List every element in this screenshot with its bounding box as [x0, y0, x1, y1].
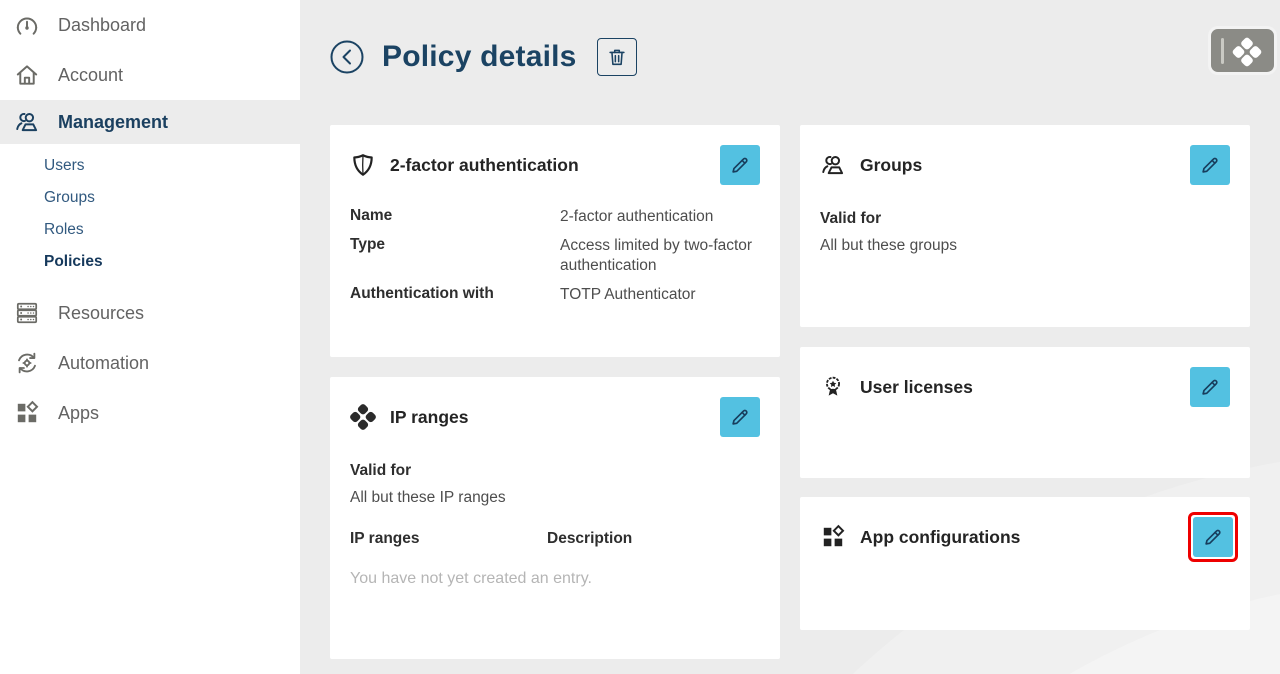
ip-ranges-card: IP ranges Valid for All but these IP ran…: [330, 377, 780, 659]
card-title: Groups: [860, 155, 922, 176]
card-title: IP ranges: [390, 407, 468, 428]
apps-icon: [820, 524, 846, 550]
sidebar-item-label: Account: [58, 65, 123, 86]
shield-icon: [350, 152, 376, 178]
sidebar-item-policies[interactable]: Policies: [0, 246, 300, 278]
feedback-widget-button[interactable]: [1211, 29, 1274, 72]
pencil-icon: [1199, 376, 1221, 398]
people-icon: [820, 152, 846, 178]
groups-card: Groups Valid for All but these groups: [800, 125, 1250, 327]
page-title: Policy details: [382, 40, 577, 74]
field-value: TOTP Authenticator: [560, 285, 760, 305]
pencil-icon: [729, 406, 751, 428]
two-factor-authentication-card: 2-factor authentication Name 2-factor au…: [330, 125, 780, 357]
gauge-icon: [14, 12, 40, 38]
app-configurations-card: App configurations: [800, 497, 1250, 630]
groups-edit-button[interactable]: [1190, 145, 1230, 185]
sidebar-item-account[interactable]: Account: [0, 50, 300, 100]
sidebar-item-label: Dashboard: [58, 15, 146, 36]
sidebar-item-groups[interactable]: Groups: [0, 182, 300, 214]
field-value: 2-factor authentication: [560, 207, 760, 227]
app-configurations-edit-button[interactable]: [1193, 517, 1233, 557]
field-label: Type: [350, 236, 560, 276]
field-label: Name: [350, 207, 560, 227]
sidebar-item-resources[interactable]: Resources: [0, 288, 300, 338]
back-button[interactable]: [330, 40, 364, 74]
automation-icon: [14, 350, 40, 376]
valid-for-label: Valid for: [350, 462, 760, 480]
valid-for-value: All but these IP ranges: [350, 489, 760, 507]
delete-policy-button[interactable]: [597, 38, 637, 76]
two-factor-edit-button[interactable]: [720, 145, 760, 185]
sidebar-item-apps[interactable]: Apps: [0, 388, 300, 438]
sidebar-item-automation[interactable]: Automation: [0, 338, 300, 388]
empty-state-text: You have not yet created an entry.: [350, 570, 760, 588]
card-title: 2-factor authentication: [390, 155, 579, 176]
sidebar-item-users[interactable]: Users: [0, 150, 300, 182]
server-icon: [14, 300, 40, 326]
chevron-left-circle-icon: [330, 40, 364, 74]
pencil-icon: [1202, 526, 1224, 548]
red-highlight-annotation: [1188, 512, 1238, 562]
apps-icon: [14, 400, 40, 426]
user-licenses-card: User licenses: [800, 347, 1250, 478]
management-submenu: Users Groups Roles Policies: [0, 144, 300, 288]
page-header: Policy details: [330, 38, 637, 76]
main-content: Policy details 2-factor authentication: [300, 0, 1280, 674]
sidebar-item-label: Automation: [58, 353, 149, 374]
card-title: App configurations: [860, 527, 1020, 548]
people-icon: [14, 109, 40, 135]
valid-for-value: All but these groups: [820, 237, 1230, 255]
sidebar-item-management[interactable]: Management: [0, 100, 300, 144]
pencil-icon: [729, 154, 751, 176]
pencil-icon: [1199, 154, 1221, 176]
trash-icon: [606, 46, 628, 68]
rosette-badge-icon: [820, 374, 846, 400]
field-label: Authentication with: [350, 285, 560, 305]
sidebar-item-label: Resources: [58, 303, 144, 324]
valid-for-label: Valid for: [820, 210, 1230, 228]
column-header-ip-ranges: IP ranges: [350, 530, 547, 548]
card-title: User licenses: [860, 377, 973, 398]
sidebar-item-dashboard[interactable]: Dashboard: [0, 0, 300, 50]
user-licenses-edit-button[interactable]: [1190, 367, 1230, 407]
sidebar-item-label: Management: [58, 112, 168, 133]
field-value: Access limited by two-factor authenticat…: [560, 236, 760, 276]
pinwheel-diamond-icon: [1236, 38, 1258, 63]
sidebar: Dashboard Account Managem: [0, 0, 300, 674]
sidebar-item-roles[interactable]: Roles: [0, 214, 300, 246]
pinwheel-diamond-icon: [350, 404, 376, 430]
sidebar-item-label: Apps: [58, 403, 99, 424]
column-header-description: Description: [547, 530, 760, 548]
home-icon: [14, 62, 40, 88]
widget-handle-bar: [1221, 38, 1224, 64]
ip-ranges-edit-button[interactable]: [720, 397, 760, 437]
